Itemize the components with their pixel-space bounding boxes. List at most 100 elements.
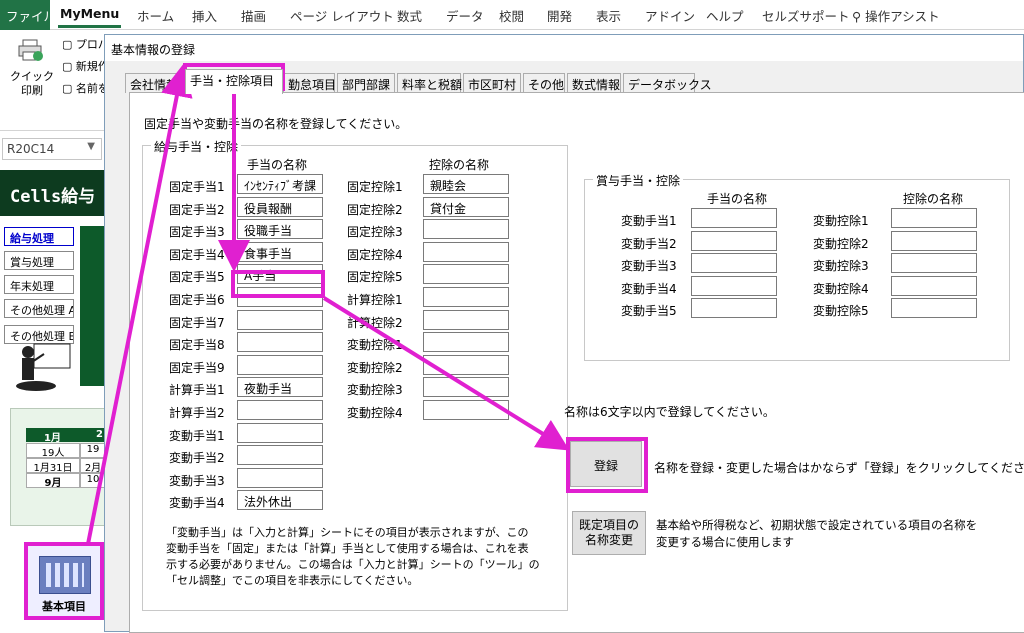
bonus-allowance-label: 変動手当4	[621, 281, 677, 296]
tab-other[interactable]: その他	[523, 73, 565, 93]
allowance-label: 固定手当9	[169, 360, 225, 375]
allowance-name-input[interactable]	[237, 400, 323, 420]
sheet-button-other-a[interactable]: その他処理 A	[4, 299, 74, 318]
tab-data-box[interactable]: データボックス	[623, 73, 712, 93]
deduction-label: 固定控除4	[347, 247, 403, 262]
bonus-allowance-input[interactable]	[691, 230, 777, 251]
ribbon-tab-file[interactable]: ファイル	[0, 0, 56, 30]
ribbon-tab-developer[interactable]: 開発	[547, 6, 572, 25]
ribbon-item-new[interactable]: ▢ 新規作	[62, 58, 109, 74]
tab-allowances-deductions[interactable]: 手当・控除項目	[185, 69, 283, 94]
ribbon-tab-data[interactable]: データ	[446, 6, 484, 25]
bonus-allowance-input[interactable]	[691, 298, 777, 319]
allowance-name-input[interactable]	[237, 422, 323, 443]
allowance-name-input[interactable]	[237, 445, 323, 466]
tab-attendance[interactable]: 勤怠項目	[283, 73, 336, 93]
allowance-name-input[interactable]	[237, 354, 323, 375]
deduction-label: 固定控除2	[347, 202, 403, 217]
quick-print-label[interactable]: クイック 印刷	[10, 70, 54, 98]
allowance-name-input[interactable]	[237, 467, 323, 488]
bonus-deduction-input[interactable]	[891, 230, 977, 251]
bonus-deduction-label: 変動控除4	[813, 281, 869, 296]
ribbon-item-save-as[interactable]: ▢ 名前を	[62, 80, 109, 96]
tab-departments[interactable]: 部門部課	[337, 73, 395, 93]
allowance-label: 変動手当3	[169, 473, 225, 488]
calendar-cell: 10	[80, 473, 106, 488]
ribbon-item-properties[interactable]: ▢ プロパ	[62, 36, 109, 52]
allowance-label: 固定手当6	[169, 293, 225, 307]
bonus-deduction-input[interactable]	[891, 208, 977, 228]
deduction-label: 固定控除1	[347, 180, 403, 194]
deduction-name-input[interactable]	[423, 241, 509, 262]
bonus-deduction-input[interactable]	[891, 253, 977, 274]
bonus-deduction-input[interactable]	[891, 298, 977, 319]
chevron-down-icon[interactable]: ▼	[87, 141, 95, 152]
deduction-name-input[interactable]	[423, 309, 509, 330]
deduction-name-input[interactable]	[423, 332, 509, 353]
bonus-allowance-label: 変動手当1	[621, 214, 677, 228]
allowance-name-input[interactable]: 食事手当	[237, 241, 323, 262]
allowance-label: 固定手当1	[169, 180, 225, 194]
ribbon-tab-draw[interactable]: 描画	[241, 6, 266, 25]
ribbon-tab-insert[interactable]: 挿入	[192, 6, 217, 25]
name-limit-note: 名称は6文字以内で登録してください。	[564, 405, 775, 419]
basic-items-label: 基本項目	[42, 600, 86, 613]
printer-icon[interactable]	[18, 38, 44, 62]
allowance-name-input[interactable]: A手当	[237, 264, 323, 285]
ribbon-tab-review[interactable]: 校閲	[499, 6, 524, 25]
deduction-label: 固定控除3	[347, 225, 403, 240]
deduction-name-input[interactable]	[423, 400, 509, 420]
allowance-name-input[interactable]: 法外休出	[237, 490, 323, 511]
tab-rates-taxes[interactable]: 料率と税額	[397, 73, 462, 93]
ribbon-tab-addins[interactable]: アドイン	[645, 6, 695, 25]
ribbon-tab-help[interactable]: ヘルプ	[706, 6, 744, 25]
ribbon-tab-tell-me[interactable]: ⚲ 操作アシスト	[852, 6, 940, 25]
allowance-label: 変動手当4	[169, 496, 225, 511]
allowance-name-header: 手当の名称	[247, 158, 308, 172]
sheet-button-salary[interactable]: 給与処理	[4, 227, 74, 246]
deduction-name-input[interactable]	[423, 287, 509, 307]
bonus-allowance-input[interactable]	[691, 275, 777, 296]
bonus-allowance-input[interactable]	[691, 253, 777, 274]
deduction-name-input[interactable]: 親睦会	[423, 174, 509, 194]
deduction-name-input[interactable]	[423, 264, 509, 285]
bonus-deduction-input[interactable]	[891, 275, 977, 296]
deduction-name-input[interactable]	[423, 219, 509, 240]
allowance-name-input[interactable]: 夜勤手当	[237, 377, 323, 398]
allowance-name-input[interactable]	[237, 309, 323, 330]
deduction-name-input[interactable]	[423, 377, 509, 398]
allowance-name-input[interactable]	[237, 332, 323, 353]
deduction-label: 計算控除2	[347, 315, 403, 330]
tab-municipalities[interactable]: 市区町村	[463, 73, 521, 93]
ribbon-tab-cells-support[interactable]: セルズサポート	[762, 6, 850, 25]
allowance-name-input[interactable]: 役員報酬	[237, 196, 323, 217]
bonus-allowance-label: 変動手当3	[621, 259, 677, 274]
deduction-name-input[interactable]	[423, 354, 509, 375]
calendar-cell: 19	[80, 443, 106, 458]
default-names-button[interactable]: 既定項目の 名称変更	[572, 511, 646, 555]
deduction-name-input[interactable]: 貸付金	[423, 196, 509, 217]
register-button[interactable]: 登録	[570, 441, 642, 487]
sheet-button-year-end[interactable]: 年末処理	[4, 275, 74, 294]
sheet-button-bonus[interactable]: 賞与処理	[4, 251, 74, 270]
deduction-label: 変動控除4	[347, 406, 403, 420]
ribbon-tab-view[interactable]: 表示	[596, 6, 621, 25]
ribbon-tab-page-layout[interactable]: ページ レイアウト	[290, 6, 394, 25]
allowance-name-input[interactable]: 役職手当	[237, 219, 323, 240]
basic-info-dialog: 基本情報の登録 会社情報 手当・控除項目 勤怠項目 部門部課 料率と税額 市区町…	[104, 34, 1024, 633]
bonus-allowance-label: 変動手当2	[621, 236, 677, 251]
ribbon-tab-mymenu[interactable]: MyMenu	[57, 6, 122, 28]
name-box[interactable]: R20C14 ▼	[2, 138, 102, 160]
bonus-allowance-header: 手当の名称	[707, 192, 768, 206]
bonus-deduction-label: 変動控除3	[813, 259, 869, 274]
allowance-name-input[interactable]	[237, 287, 323, 307]
allowance-label: 計算手当1	[169, 383, 225, 398]
allowance-name-input[interactable]: ｲﾝｾﾝﾃｨﾌﾞ考課	[237, 174, 323, 194]
ribbon-tab-home[interactable]: ホーム	[137, 6, 174, 25]
tab-company-info[interactable]: 会社情報	[125, 73, 183, 93]
tab-formula-info[interactable]: 数式情報	[567, 73, 621, 93]
basic-items-button[interactable]: 基本項目	[26, 545, 102, 619]
ribbon-tab-formulas[interactable]: 数式	[397, 6, 422, 25]
search-icon: ⚲	[852, 9, 862, 24]
bonus-allowance-input[interactable]	[691, 208, 777, 228]
